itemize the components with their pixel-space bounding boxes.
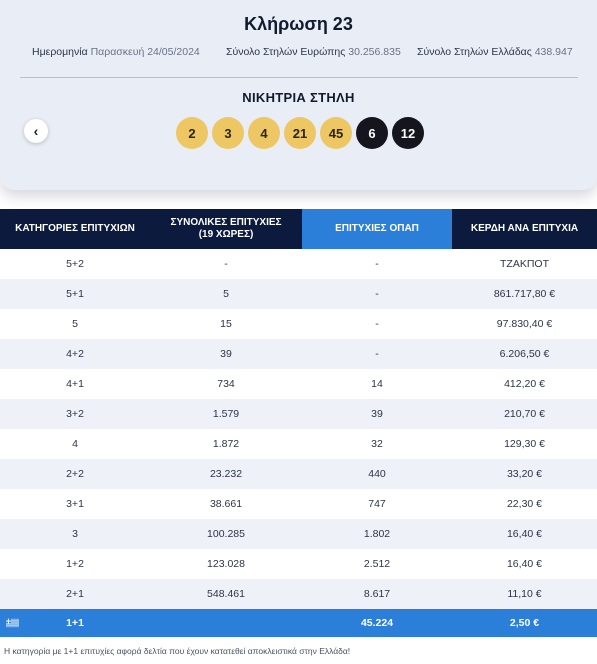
- star-number-ball: 12: [392, 117, 424, 149]
- row-total-wins: 100.285: [150, 519, 302, 549]
- row-opap-wins: 39: [302, 399, 452, 429]
- row-opap-wins: -: [302, 249, 452, 279]
- row-total-wins: 39: [150, 339, 302, 369]
- main-number-ball: 45: [320, 117, 352, 149]
- draw-summary-card: Κλήρωση 23 Ημερομηνία Παρασκευή 24/05/20…: [0, 0, 597, 190]
- row-prize: 22,30 €: [452, 489, 597, 519]
- footer-prize: 2,50 €: [452, 609, 597, 637]
- table-row: 3 100.285 1.802 16,40 €: [0, 519, 597, 549]
- footnote: Η κατηγορία με 1+1 επιτυχίες αφορά δελτί…: [4, 646, 351, 656]
- table-row: 4 1.872 32 129,30 €: [0, 429, 597, 459]
- row-total-wins: 548.461: [150, 579, 302, 609]
- row-opap-wins: 1.802: [302, 519, 452, 549]
- star-number-ball: 6: [356, 117, 388, 149]
- winning-numbers: 2 3 4 21 45 6 12: [176, 117, 424, 149]
- draw-title: Κλήρωση 23: [244, 14, 353, 34]
- row-opap-wins: 747: [302, 489, 452, 519]
- row-total-wins: -: [150, 249, 302, 279]
- prize-breakdown-table: ΚΑΤΗΓΟΡΙΕΣ ΕΠΙΤΥΧΙΩΝ ΣΥΝΟΛΙΚΕΣ ΕΠΙΤΥΧΙΕΣ…: [0, 209, 597, 637]
- row-category: 1+2: [0, 549, 150, 579]
- table-row: 2+1 548.461 8.617 11,10 €: [0, 579, 597, 609]
- row-category: 4+2: [0, 339, 150, 369]
- row-category: 5+2: [0, 249, 150, 279]
- row-opap-wins: 14: [302, 369, 452, 399]
- table-row: 3+2 1.579 39 210,70 €: [0, 399, 597, 429]
- row-prize: 6.206,50 €: [452, 339, 597, 369]
- footer-category: 1+1: [66, 617, 84, 629]
- europe-total: Σύνολο Στηλών Ευρώπης 30.256.835: [226, 46, 401, 58]
- draw-date: Ημερομηνία Παρασκευή 24/05/2024: [32, 46, 200, 58]
- row-prize: 11,10 €: [452, 579, 597, 609]
- row-total-wins: 38.661: [150, 489, 302, 519]
- row-prize: 97.830,40 €: [452, 309, 597, 339]
- row-category: 3+1: [0, 489, 150, 519]
- greece-total-label: Σύνολο Στηλών Ελλάδας: [417, 46, 532, 58]
- divider: [20, 77, 578, 78]
- row-category: 4: [0, 429, 150, 459]
- europe-total-label: Σύνολο Στηλών Ευρώπης: [226, 46, 346, 58]
- row-opap-wins: -: [302, 309, 452, 339]
- row-opap-wins: 32: [302, 429, 452, 459]
- row-category: 4+1: [0, 369, 150, 399]
- row-opap-wins: 8.617: [302, 579, 452, 609]
- greek-flag-icon: [6, 618, 19, 628]
- row-total-wins: 734: [150, 369, 302, 399]
- main-number-ball: 2: [176, 117, 208, 149]
- row-total-wins: 123.028: [150, 549, 302, 579]
- row-category: 3: [0, 519, 150, 549]
- row-category: 2+2: [0, 459, 150, 489]
- table-row: 4+1 734 14 412,20 €: [0, 369, 597, 399]
- row-total-wins: 5: [150, 279, 302, 309]
- header-category: ΚΑΤΗΓΟΡΙΕΣ ΕΠΙΤΥΧΙΩΝ: [0, 209, 150, 249]
- table-row: 5+2- - ΤΖΑΚΠΟΤ: [0, 249, 597, 279]
- row-prize: ΤΖΑΚΠΟΤ: [452, 249, 597, 279]
- row-opap-wins: 440: [302, 459, 452, 489]
- footer-opap: 45.224: [302, 609, 452, 637]
- row-prize: 16,40 €: [452, 519, 597, 549]
- main-number-ball: 21: [284, 117, 316, 149]
- row-prize: 210,70 €: [452, 399, 597, 429]
- row-total-wins: 1.579: [150, 399, 302, 429]
- row-opap-wins: -: [302, 279, 452, 309]
- row-prize: 16,40 €: [452, 549, 597, 579]
- row-category: 2+1: [0, 579, 150, 609]
- draw-date-value: Παρασκευή 24/05/2024: [90, 46, 200, 58]
- row-prize: 129,30 €: [452, 429, 597, 459]
- row-category: 5+1: [0, 279, 150, 309]
- draw-date-label: Ημερομηνία: [32, 46, 88, 58]
- table-row: 2+2 23.232 440 33,20 €: [0, 459, 597, 489]
- row-prize: 33,20 €: [452, 459, 597, 489]
- table-row: 5+1 5-861.717,80 €: [0, 279, 597, 309]
- winning-line-title: ΝΙΚΗΤΡΙΑ ΣΤΗΛΗ: [242, 90, 355, 105]
- footer-total: [150, 609, 302, 637]
- table-header-row: ΚΑΤΗΓΟΡΙΕΣ ΕΠΙΤΥΧΙΩΝ ΣΥΝΟΛΙΚΕΣ ΕΠΙΤΥΧΙΕΣ…: [0, 209, 597, 249]
- row-total-wins: 23.232: [150, 459, 302, 489]
- table-row: 3+1 38.661 747 22,30 €: [0, 489, 597, 519]
- header-total-wins-line2: (19 ΧΩΡΕΣ): [198, 229, 254, 240]
- header-prize: ΚΕΡΔΗ ΑΝΑ ΕΠΙΤΥΧΙΑ: [452, 209, 597, 249]
- header-opap-wins: ΕΠΙΤΥΧΙΕΣ ΟΠΑΠ: [302, 209, 452, 249]
- table-footer-row: 1+1 45.224 2,50 €: [0, 609, 597, 637]
- row-category: 3+2: [0, 399, 150, 429]
- greece-total-value: 438.947: [534, 46, 573, 58]
- table-row: 5 15-97.830,40 €: [0, 309, 597, 339]
- greece-total: Σύνολο Στηλών Ελλάδας 438.947: [417, 46, 573, 58]
- row-prize: 861.717,80 €: [452, 279, 597, 309]
- row-category: 5: [0, 309, 150, 339]
- chevron-left-icon: ‹: [33, 123, 39, 139]
- table-row: 1+2 123.028 2.512 16,40 €: [0, 549, 597, 579]
- row-prize: 412,20 €: [452, 369, 597, 399]
- header-total-wins-line1: ΣΥΝΟΛΙΚΕΣ ΕΠΙΤΥΧΙΕΣ: [170, 217, 282, 228]
- main-number-ball: 3: [212, 117, 244, 149]
- europe-total-value: 30.256.835: [348, 46, 401, 58]
- row-total-wins: 15: [150, 309, 302, 339]
- table-row: 4+2 39-6.206,50 €: [0, 339, 597, 369]
- row-total-wins: 1.872: [150, 429, 302, 459]
- header-total-wins: ΣΥΝΟΛΙΚΕΣ ΕΠΙΤΥΧΙΕΣ (19 ΧΩΡΕΣ): [150, 209, 302, 249]
- footer-category-cell: 1+1: [0, 609, 150, 637]
- row-opap-wins: 2.512: [302, 549, 452, 579]
- main-number-ball: 4: [248, 117, 280, 149]
- row-opap-wins: -: [302, 339, 452, 369]
- previous-draw-button[interactable]: ‹: [24, 119, 48, 143]
